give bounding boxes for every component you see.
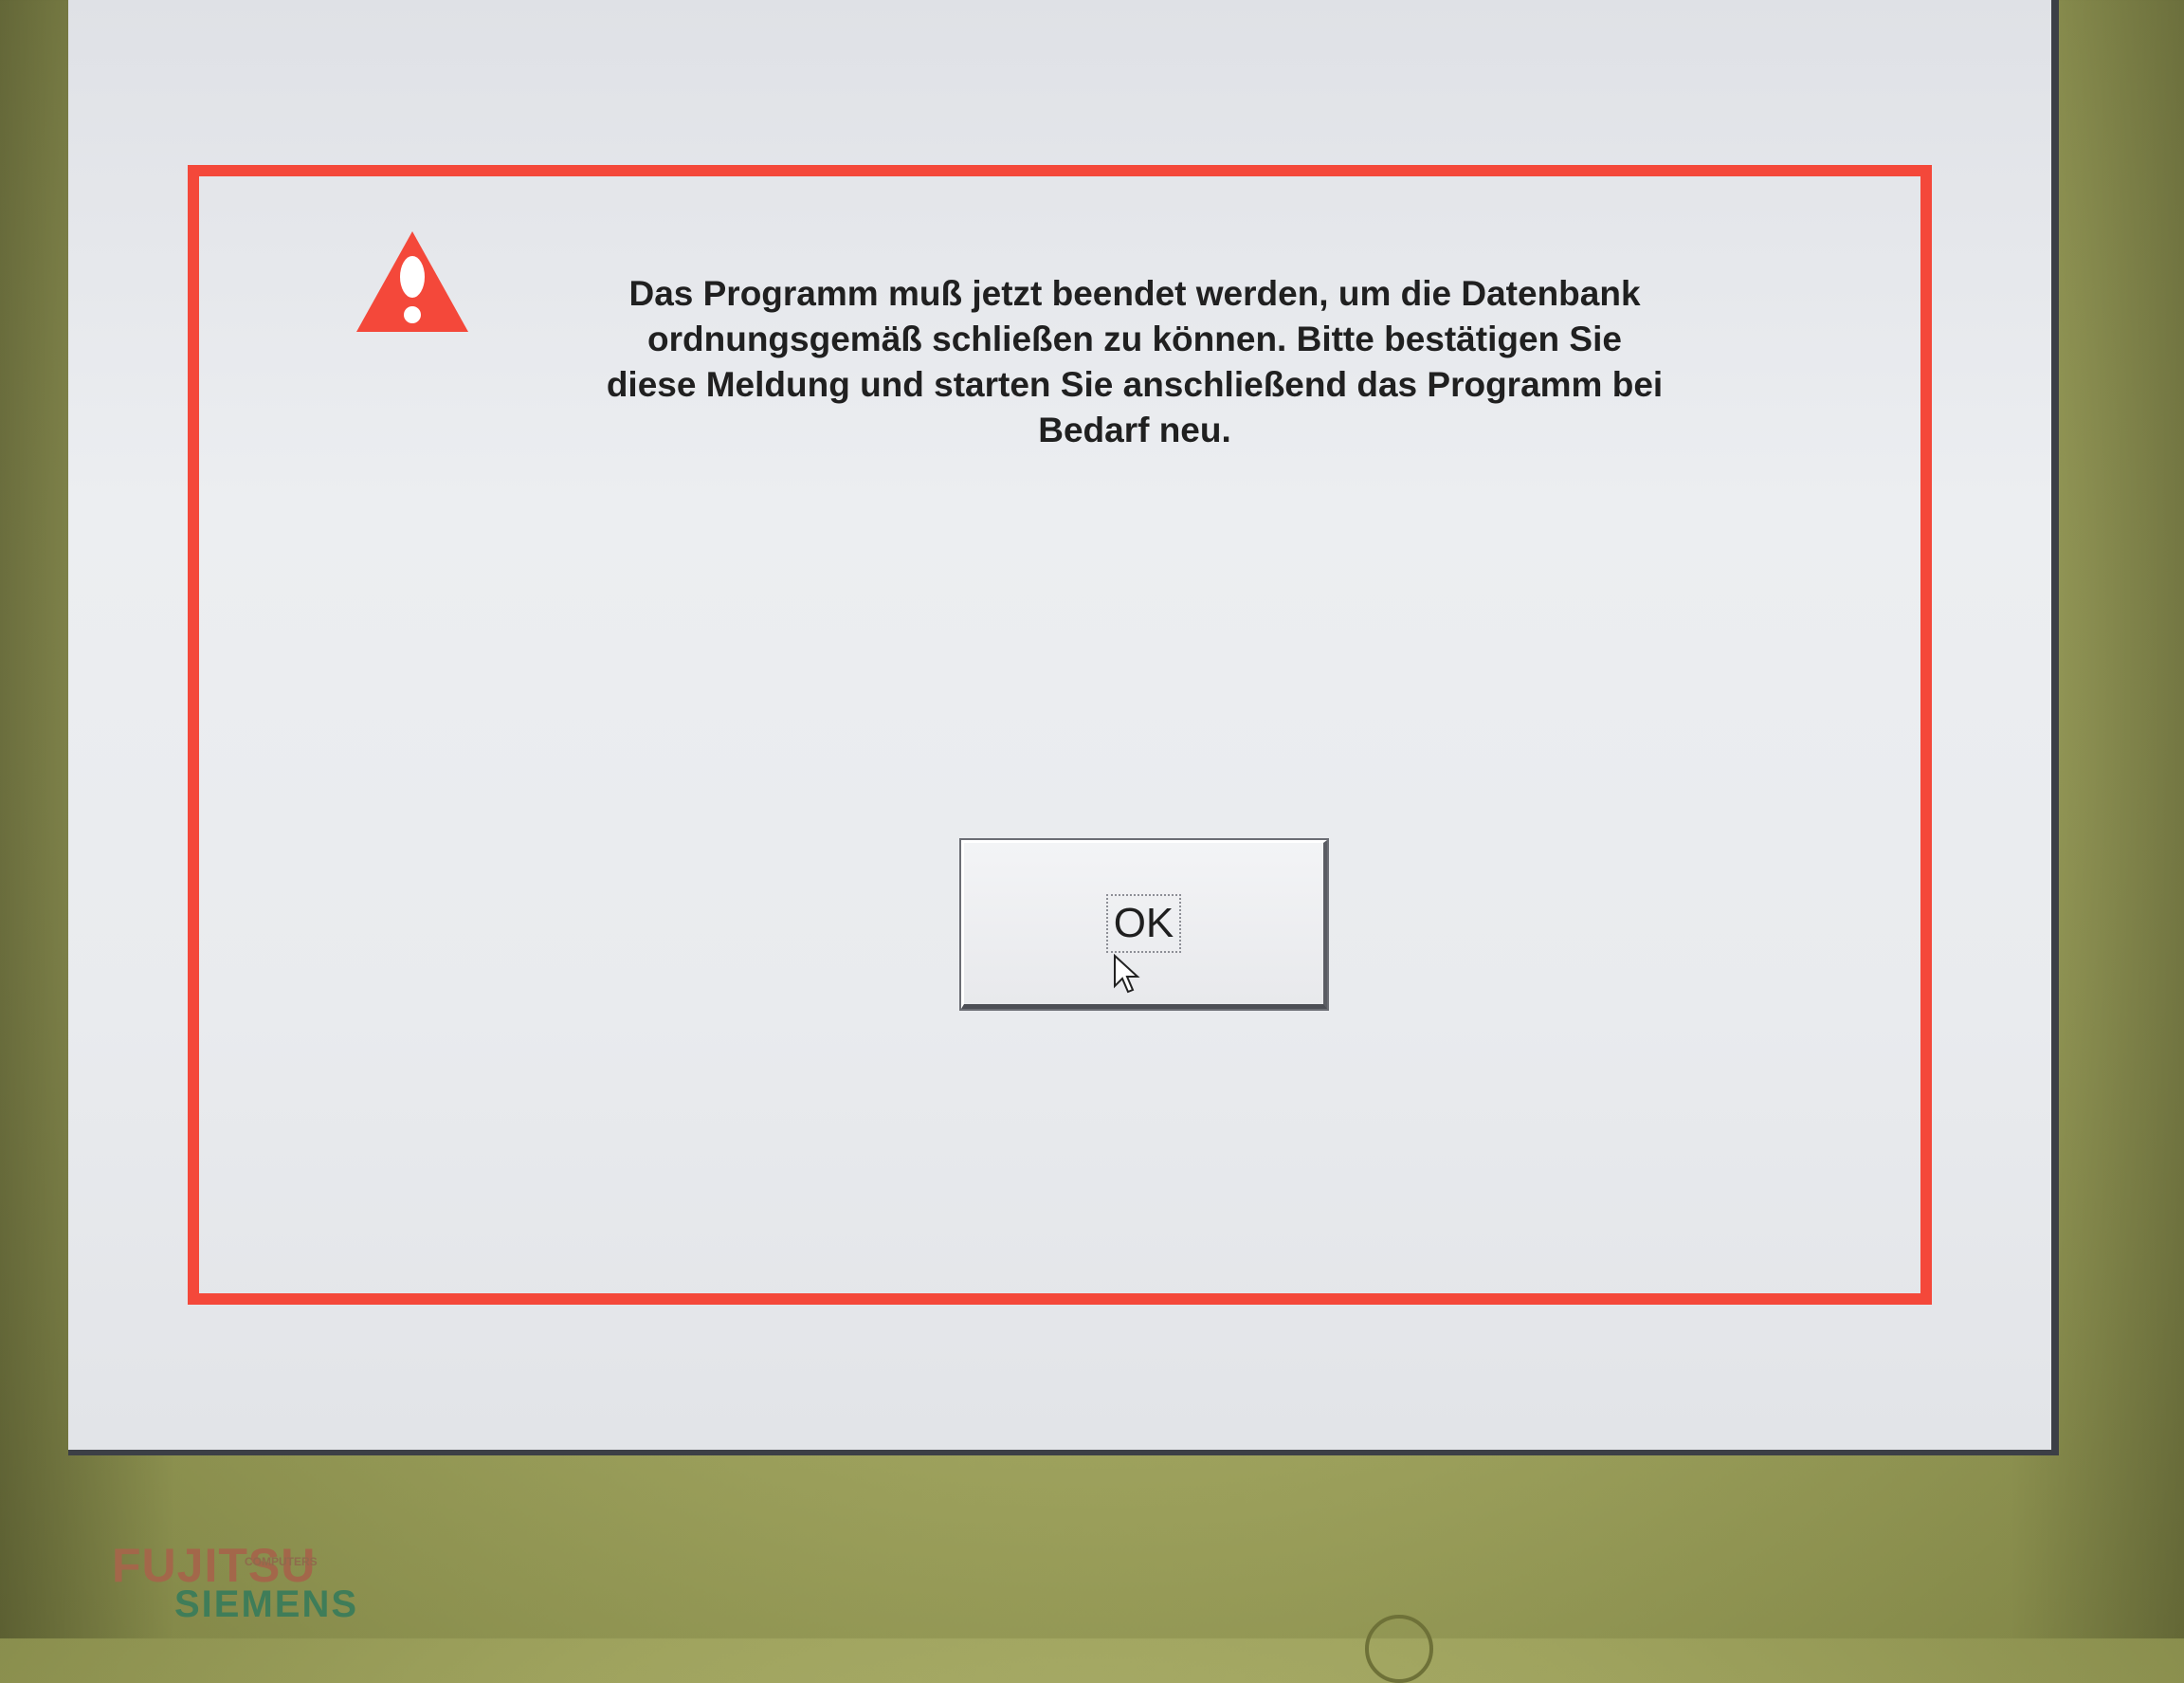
monitor-screen: Das Programm muß jetzt beendet werden, u… <box>68 0 2059 1455</box>
message-line: Bedarf neu. <box>1038 411 1231 449</box>
power-button[interactable] <box>1365 1615 1433 1683</box>
warning-icon <box>356 231 468 332</box>
ok-button[interactable]: OK <box>959 838 1329 1011</box>
message-line: diese Meldung und starten Sie anschließe… <box>606 365 1664 404</box>
brand-logo-sub: COMPUTERS <box>245 1555 318 1568</box>
message-line: ordnungsgemäß schließen zu können. Bitte… <box>647 320 1622 358</box>
brand-logo-siemens: SIEMENS <box>174 1583 359 1625</box>
message-line: Das Programm muß jetzt beendet werden, u… <box>628 274 1641 313</box>
warning-message: Das Programm muß jetzt beendet werden, u… <box>485 271 1784 453</box>
ok-button-label: OK <box>1105 894 1182 953</box>
mouse-cursor-icon <box>1114 954 1140 994</box>
